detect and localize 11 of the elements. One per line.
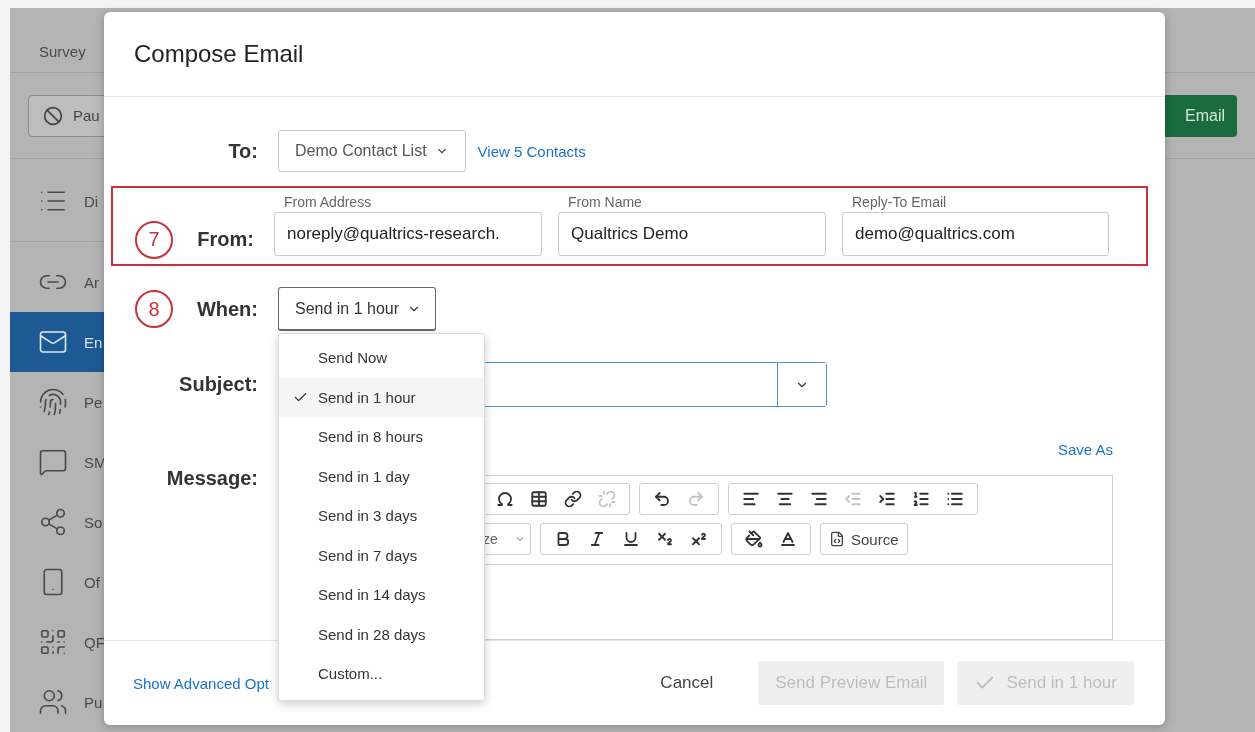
subject-label: Subject: — [179, 373, 258, 396]
dialog-title: Compose Email — [134, 40, 304, 68]
to-label: To: — [228, 139, 258, 163]
message-label: Message: — [166, 467, 258, 491]
field-caption: Reply-To Email — [851, 195, 948, 209]
field-caption: From Address — [283, 195, 373, 209]
from-label: From: — [197, 228, 254, 251]
step-marker: 7 — [135, 220, 173, 259]
step-marker: 8 — [135, 290, 173, 328]
field-caption: From Name — [567, 195, 643, 209]
when-label: When: — [196, 297, 258, 321]
